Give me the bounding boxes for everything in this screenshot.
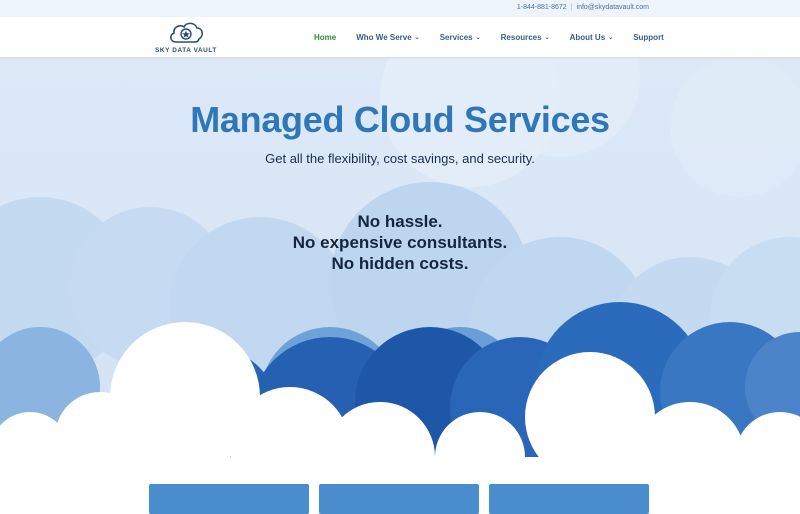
chevron-down-icon: ⌄: [544, 34, 550, 41]
hero-subtitle: Get all the flexibility, cost savings, a…: [265, 151, 535, 166]
nav-item-about-us[interactable]: About Us ⌄: [570, 33, 614, 42]
contact-info: 1-844-881-8672 | info@skydatavault.com: [517, 4, 649, 11]
hero-section: Managed Cloud Services Get all the flexi…: [0, 57, 800, 500]
hero-point: No expensive consultants.: [292, 233, 508, 252]
nav-item-label: Who We Serve: [356, 32, 412, 42]
feature-card[interactable]: [319, 484, 479, 514]
nav-item-label: About Us: [569, 32, 606, 42]
nav-item-resources[interactable]: Resources ⌄: [501, 33, 550, 42]
contact-separator: |: [570, 4, 573, 11]
hero-point: No hassle.: [357, 212, 443, 231]
main-menu: Home Who We Serve ⌄ Services ⌄ Resources…: [314, 17, 664, 57]
nav-item-who-we-serve[interactable]: Who We Serve ⌄: [356, 33, 419, 42]
hero-points: No hassle. No expensive consultants. No …: [0, 211, 800, 274]
nav-item-label: Services: [439, 32, 473, 42]
phone-link[interactable]: 1-844-881-8672: [517, 4, 567, 11]
hero-point: No hidden costs.: [331, 254, 469, 273]
main-navbar: SKY DATA VAULT Home Who We Serve ⌄ Servi…: [0, 17, 800, 57]
nav-item-services[interactable]: Services ⌄: [440, 33, 481, 42]
nav-item-label: Support: [633, 32, 664, 42]
chevron-down-icon: ⌄: [414, 34, 420, 41]
feature-card[interactable]: [489, 484, 649, 514]
logo-text: SKY DATA VAULT: [155, 47, 217, 54]
chevron-down-icon: ⌄: [475, 34, 481, 41]
feature-cards-row: [149, 484, 649, 514]
site-logo[interactable]: SKY DATA VAULT: [148, 20, 224, 54]
top-contact-bar: 1-844-881-8672 | info@skydatavault.com: [0, 0, 800, 17]
feature-card[interactable]: [149, 484, 309, 514]
nav-item-home[interactable]: Home: [314, 33, 336, 42]
email-link[interactable]: info@skydatavault.com: [577, 4, 649, 11]
nav-item-label: Home: [314, 32, 337, 42]
nav-item-support[interactable]: Support: [633, 33, 664, 42]
cloud-vault-logo-icon: [170, 22, 203, 43]
chevron-down-icon: ⌄: [608, 34, 614, 41]
nav-item-label: Resources: [500, 32, 542, 42]
hero-title: Managed Cloud Services: [190, 99, 610, 140]
